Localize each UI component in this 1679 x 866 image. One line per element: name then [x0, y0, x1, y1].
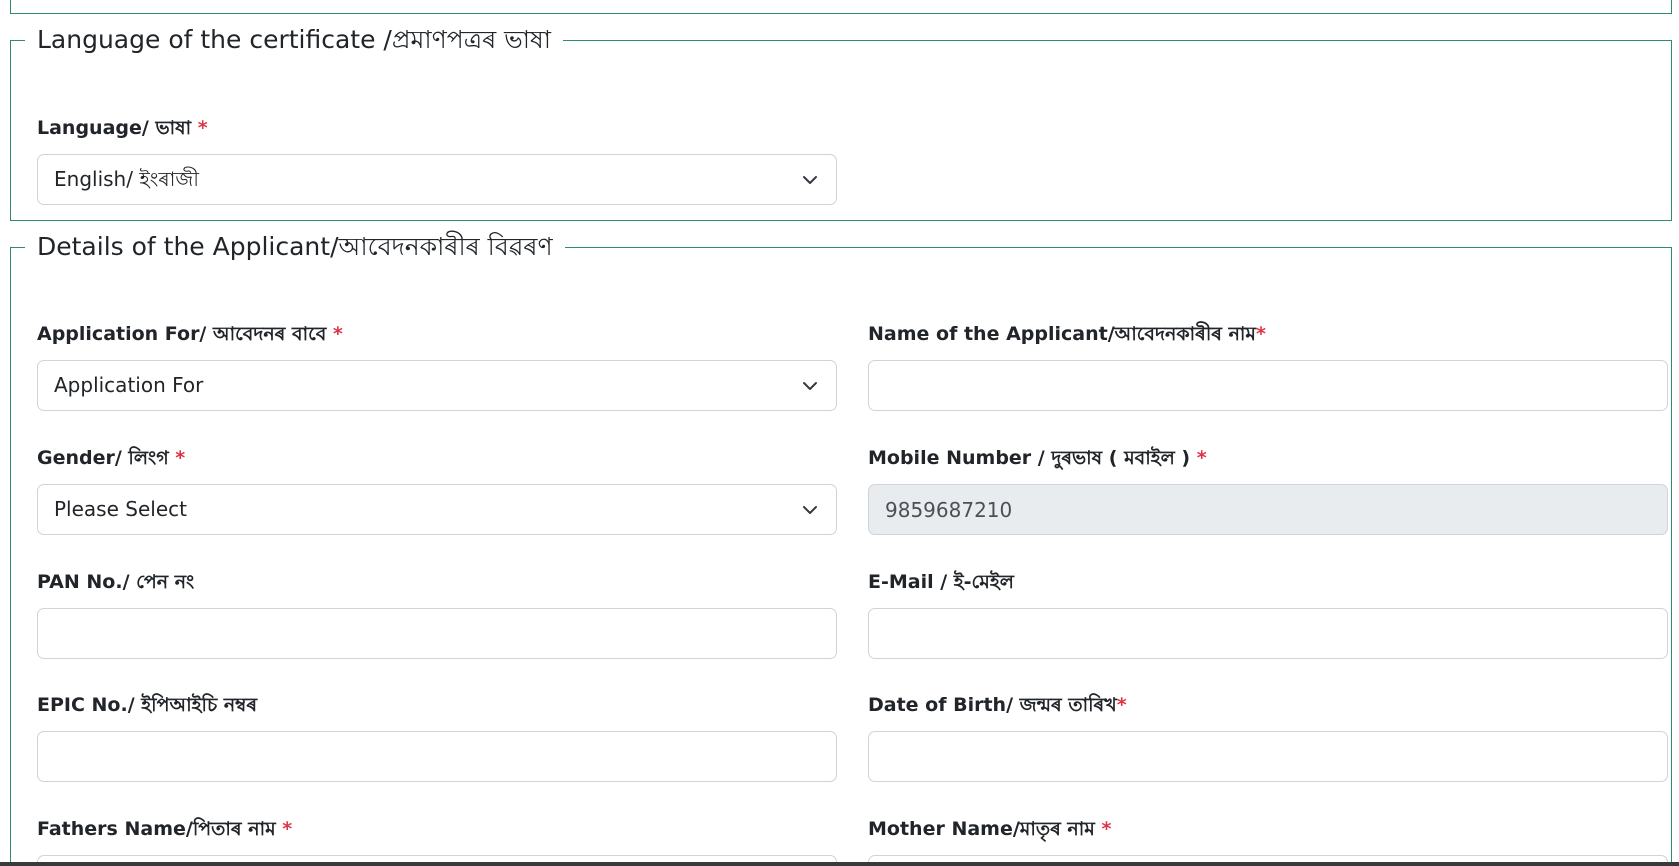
required-marker: * — [282, 818, 293, 840]
required-marker: * — [197, 117, 208, 139]
application-for-label: Application For/ আবেদনৰ বাবে * — [37, 323, 343, 345]
mobile-number-input[interactable] — [868, 484, 1668, 535]
required-marker: * — [332, 323, 343, 345]
father-name-label: Fathers Name/পিতাৰ নাম * — [37, 818, 293, 840]
language-section-legend: Language of the certificate /প্ৰমাণপত্ৰৰ… — [37, 25, 552, 54]
dob-label: Date of Birth/ জন্মৰ তাৰিখ* — [868, 694, 1127, 716]
gender-select-value: Please Select — [54, 497, 187, 521]
window-bottom-edge — [0, 862, 1679, 866]
mother-name-field: Mother Name/মাতৃৰ নাম * — [868, 817, 1668, 866]
applicant-details-legend: Details of the Applicant/আবেদনকাৰীৰ বিৱৰ… — [37, 232, 553, 261]
mobile-number-label: Mobile Number / দুৰভাষ ( মবাইল ) * — [868, 447, 1207, 469]
language-select[interactable]: English/ ইংৰাজী — [37, 154, 837, 205]
pan-label: PAN No./ পেন নং — [37, 571, 195, 593]
chevron-down-icon — [803, 176, 817, 184]
epic-label: EPIC No./ ইপিআইচি নম্বৰ — [37, 694, 258, 716]
required-marker: * — [1255, 323, 1266, 345]
email-input[interactable] — [868, 608, 1668, 659]
previous-section-border — [10, 0, 1672, 14]
form-page: Language of the certificate /প্ৰমাণপত্ৰৰ… — [0, 0, 1679, 866]
father-name-field: Fathers Name/পিতাৰ নাম * — [37, 817, 837, 866]
dob-field: Date of Birth/ জন্মৰ তাৰিখ* — [868, 693, 1668, 782]
mobile-number-field: Mobile Number / দুৰভাষ ( মবাইল ) * — [868, 446, 1668, 535]
application-for-field: Application For/ আবেদনৰ বাবে * Applicati… — [37, 322, 837, 411]
chevron-down-icon — [803, 506, 817, 514]
epic-field: EPIC No./ ইপিআইচি নম্বৰ — [37, 693, 837, 782]
language-field: Language/ ভাষা * English/ ইংৰাজী — [37, 116, 837, 205]
email-field: E-Mail / ই-মেইল — [868, 570, 1668, 659]
application-for-select-value: Application For — [54, 373, 204, 397]
language-label: Language/ ভাষা * — [37, 117, 208, 139]
dob-input[interactable] — [868, 731, 1668, 782]
required-marker: * — [1101, 818, 1112, 840]
applicant-details-section: Details of the Applicant/আবেদনকাৰীৰ বিৱৰ… — [10, 232, 1672, 866]
applicant-name-label: Name of the Applicant/আবেদনকাৰীৰ নাম* — [868, 323, 1266, 345]
applicant-name-input[interactable] — [868, 360, 1668, 411]
required-marker: * — [1116, 694, 1127, 716]
gender-select[interactable]: Please Select — [37, 484, 837, 535]
application-for-select[interactable]: Application For — [37, 360, 837, 411]
pan-field: PAN No./ পেন নং — [37, 570, 837, 659]
required-marker: * — [175, 447, 186, 469]
required-marker: * — [1196, 447, 1207, 469]
gender-field: Gender/ লিংগ * Please Select — [37, 446, 837, 535]
mother-name-label: Mother Name/মাতৃৰ নাম * — [868, 818, 1112, 840]
applicant-name-field: Name of the Applicant/আবেদনকাৰীৰ নাম* — [868, 322, 1668, 411]
gender-label: Gender/ লিংগ * — [37, 447, 186, 469]
language-section: Language of the certificate /প্ৰমাণপত্ৰৰ… — [10, 25, 1672, 221]
chevron-down-icon — [803, 382, 817, 390]
pan-input[interactable] — [37, 608, 837, 659]
language-select-value: English/ ইংৰাজী — [54, 167, 200, 191]
epic-input[interactable] — [37, 731, 837, 782]
email-label: E-Mail / ই-মেইল — [868, 571, 1014, 593]
